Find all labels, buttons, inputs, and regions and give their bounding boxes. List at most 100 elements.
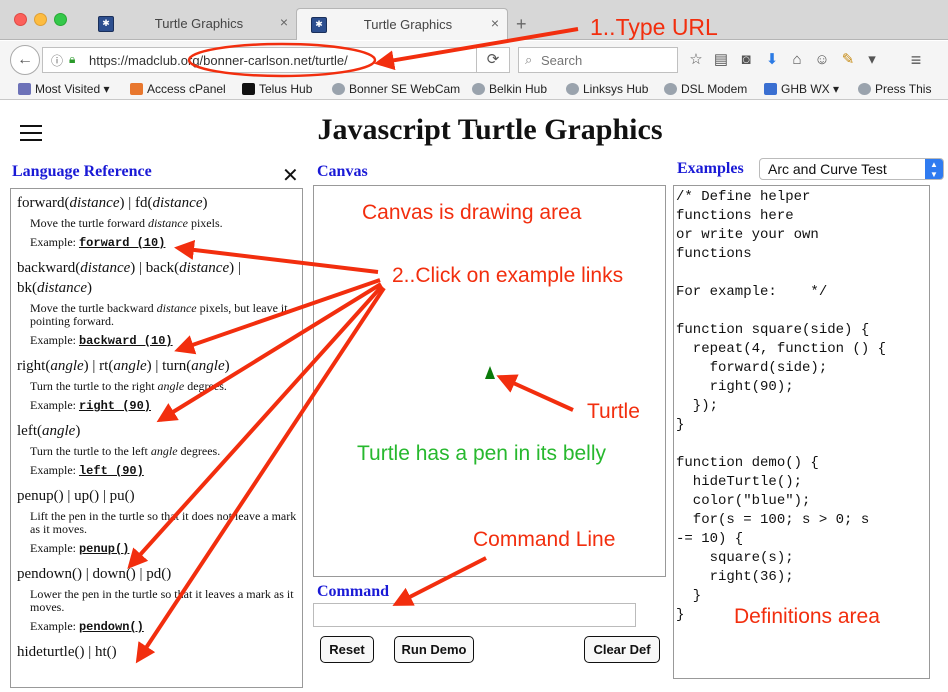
bookmark-bonner-se-webcam[interactable]: Bonner SE WebCam	[332, 82, 460, 96]
annotation-definitions-area: Definitions area	[734, 605, 880, 628]
folder-icon	[18, 83, 31, 95]
tab-active[interactable]: ✱ Turtle Graphics ×	[296, 8, 508, 40]
bookmark-ghb-wx[interactable]: GHB WX ▾	[764, 82, 839, 96]
reference-heading: Language Reference	[12, 163, 152, 180]
globe-icon	[858, 83, 871, 95]
menu-icon[interactable]: ≡	[906, 51, 926, 69]
examples-select[interactable]: Arc and Curve Test ▲ ▼	[759, 158, 944, 180]
search-input[interactable]	[541, 51, 671, 69]
bookmark-label: Most Visited	[35, 82, 101, 96]
new-tab-button[interactable]: +	[516, 14, 527, 35]
bookmark-dsl-modem[interactable]: DSL Modem	[664, 82, 747, 96]
reference-entry: hideturtle() | ht()	[11, 638, 302, 662]
example-link[interactable]: backward (10)	[79, 334, 173, 348]
annotation-type-url: 1..Type URL	[590, 14, 718, 40]
tab-title: Turtle Graphics	[363, 17, 453, 32]
command-heading: Command	[317, 583, 390, 600]
pocket-icon[interactable]: ◙	[736, 52, 756, 68]
reference-example: Example: pendown()	[30, 618, 302, 635]
drawing-canvas[interactable]	[313, 185, 666, 577]
reference-example: Example: penup()	[30, 540, 302, 557]
bookmark-access-cpanel[interactable]: Access cPanel	[130, 82, 226, 96]
command-input[interactable]	[313, 603, 636, 627]
reference-entry: pendown() | down() | pd() Lower the pen i…	[11, 560, 302, 635]
language-reference-panel[interactable]: forward(distance) | fd(distance) Move the…	[10, 188, 303, 688]
url-bar[interactable]: ⓘ 🔒︎ https://madclub.org/bonner-carlson.…	[42, 47, 510, 73]
close-tab-icon[interactable]: ×	[491, 15, 499, 31]
reference-example: Example: left (90)	[30, 462, 302, 479]
close-window-button[interactable]	[14, 13, 27, 26]
bookmarks-bar: Most Visited ▾ Access cPanel Telus Hub B…	[0, 79, 948, 100]
close-tab-icon[interactable]: ×	[280, 14, 288, 30]
reference-signature: left(angle)	[17, 423, 81, 439]
annotation-click-examples: 2..Click on example links	[392, 264, 624, 287]
tab-bar: ✱ Turtle Graphics × ✱ Turtle Graphics × …	[0, 0, 948, 40]
reference-description: Move the turtle backward distance pixels…	[30, 301, 288, 328]
example-link[interactable]: forward (10)	[79, 236, 165, 250]
reference-description: Lower the pen in the turtle so that it l…	[30, 587, 294, 614]
example-prefix: Example:	[30, 333, 79, 347]
search-box[interactable]: ⌕	[518, 47, 678, 73]
hamburger-menu-icon[interactable]	[20, 125, 42, 146]
close-reference-icon[interactable]: ✕	[282, 163, 299, 188]
bookmark-label: GHB WX	[781, 82, 830, 96]
weather-icon	[764, 83, 777, 95]
reference-signature: penup() | up() | pu()	[17, 488, 135, 504]
example-prefix: Example:	[30, 463, 79, 477]
bookmark-label: Press This	[875, 82, 932, 96]
bookmark-label: DSL Modem	[681, 82, 748, 96]
lock-icon: 🔒︎	[69, 52, 76, 66]
example-link[interactable]: left (90)	[79, 464, 144, 478]
page-content: Javascript Turtle Graphics Language Refe…	[0, 101, 948, 692]
example-link[interactable]: penup()	[79, 542, 129, 556]
home-icon[interactable]: ⌂	[787, 52, 807, 68]
globe-icon	[664, 83, 677, 95]
chat-icon[interactable]: ☺	[812, 52, 832, 68]
bookmark-star-icon[interactable]: ☆	[686, 52, 706, 68]
turtle-icon	[485, 366, 495, 379]
reference-signature: hideturtle() | ht()	[17, 644, 117, 660]
example-prefix: Example:	[30, 235, 79, 249]
bookmark-press-this[interactable]: Press This	[858, 82, 931, 96]
bookmark-label: Belkin Hub	[489, 82, 548, 96]
example-link[interactable]: right (90)	[79, 399, 151, 413]
reference-entry: forward(distance) | fd(distance) Move the…	[11, 189, 302, 251]
reader-list-icon[interactable]: ▤	[711, 52, 731, 68]
back-button[interactable]: ←	[10, 45, 40, 75]
page-title: Javascript Turtle Graphics	[317, 113, 663, 146]
download-icon[interactable]: ⬇	[762, 52, 782, 68]
annotation-canvas-note: Canvas is drawing area	[362, 201, 582, 224]
extension-icon[interactable]: ✎	[838, 52, 858, 68]
bookmark-label: Access cPanel	[147, 82, 226, 96]
bookmark-linksys-hub[interactable]: Linksys Hub	[566, 82, 648, 96]
reference-description: Turn the turtle to the left angle degree…	[30, 444, 221, 458]
annotation-command-line: Command Line	[473, 528, 616, 551]
bookmark-belkin-hub[interactable]: Belkin Hub	[472, 82, 547, 96]
reference-signature: forward(distance) | fd(distance)	[17, 195, 208, 211]
run-demo-button[interactable]: Run Demo	[394, 636, 474, 663]
bookmark-telus-hub[interactable]: Telus Hub	[242, 82, 312, 96]
url-text[interactable]: https://madclub.org/bonner-carlson.net/t…	[89, 53, 348, 68]
reference-signature: pendown() | down() | pd()	[17, 566, 172, 582]
reference-example: Example: forward (10)	[30, 234, 302, 251]
maximize-window-button[interactable]	[54, 13, 67, 26]
example-prefix: Example:	[30, 619, 79, 633]
clear-def-button[interactable]: Clear Def	[584, 636, 660, 663]
reference-entry: backward(distance) | back(distance) | bk…	[11, 254, 302, 349]
example-prefix: Example:	[30, 541, 79, 555]
examples-heading: Examples	[677, 160, 744, 177]
bookmark-most-visited[interactable]: Most Visited ▾	[18, 82, 110, 96]
screen: ✱ Turtle Graphics × ✱ Turtle Graphics × …	[0, 0, 948, 692]
select-chevron-icon: ▲ ▼	[925, 159, 943, 179]
reload-icon: ⟳	[486, 51, 500, 68]
overflow-chevron-icon[interactable]: ▾	[862, 52, 882, 68]
globe-icon	[332, 83, 345, 95]
reference-example: Example: right (90)	[30, 397, 302, 414]
info-icon[interactable]: ⓘ	[51, 52, 63, 69]
example-link[interactable]: pendown()	[79, 620, 144, 634]
minimize-window-button[interactable]	[34, 13, 47, 26]
n-logo-icon	[242, 83, 255, 95]
reset-button[interactable]: Reset	[320, 636, 374, 663]
reload-button[interactable]: ⟳	[476, 47, 510, 73]
tab-inactive[interactable]: ✱ Turtle Graphics ×	[84, 8, 296, 40]
